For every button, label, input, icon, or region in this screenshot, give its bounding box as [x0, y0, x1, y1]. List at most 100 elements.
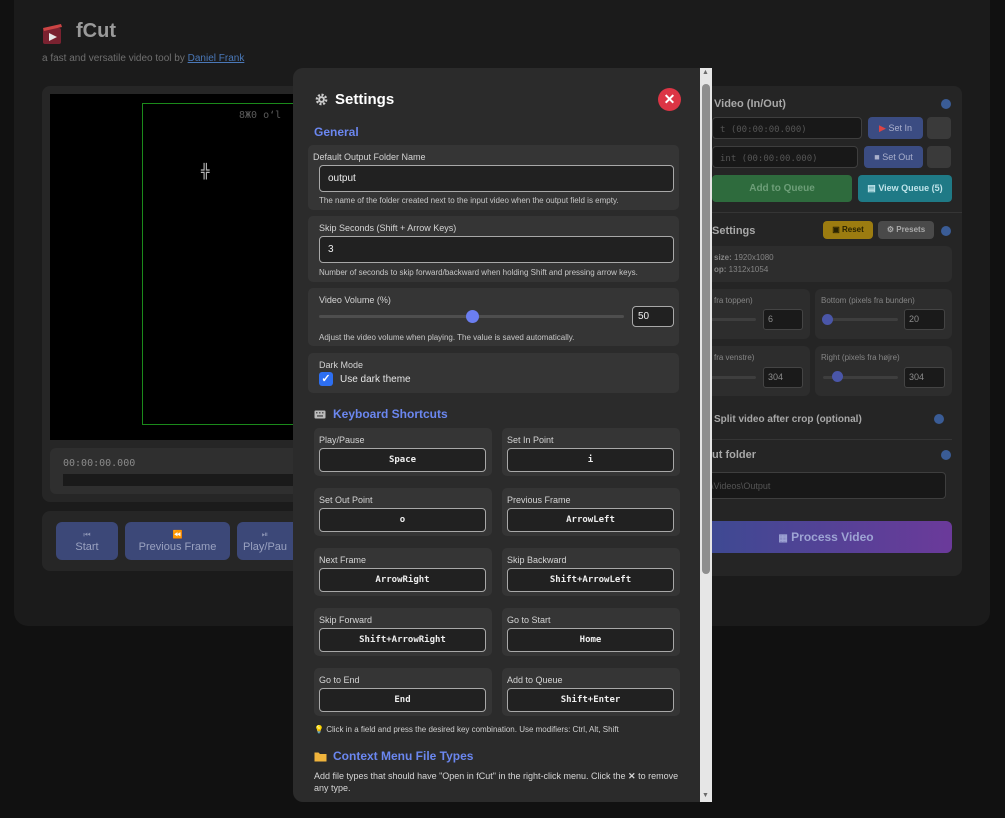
shortcut-note: 💡 Click in a field and press the desired… [314, 725, 619, 734]
video-size: size: 1920x1080 [714, 253, 774, 262]
shortcut-label: Set In Point [507, 435, 554, 445]
volume-setting: Video Volume (%) 50 Adjust the video vol… [308, 288, 679, 346]
help-icon[interactable] [941, 450, 951, 460]
process-video-button[interactable]: ▦ Process Video [700, 521, 952, 553]
add-to-queue-button[interactable]: Add to Queue [712, 175, 852, 202]
shortcut-key-input[interactable]: End [319, 688, 486, 712]
dark-mode-label: Dark Mode [319, 360, 364, 370]
start-icon: ⏮ [83, 530, 91, 539]
set-out-button[interactable]: ■ Set Out [864, 146, 923, 168]
crop-left-input[interactable]: 304 [763, 367, 803, 388]
in-point-input[interactable]: t (00:00:00.000) [712, 117, 862, 139]
clear-in-button[interactable] [927, 117, 951, 139]
scroll-up-arrow-icon[interactable]: ▲ [702, 69, 709, 76]
check-icon: ✓ [321, 373, 331, 385]
shortcut-key-input[interactable]: Shift+Enter [507, 688, 674, 712]
skip-seconds-setting: Skip Seconds (Shift + Arrow Keys) 3 Numb… [308, 216, 679, 282]
crop-right-thumb[interactable] [832, 371, 843, 382]
crop-frame[interactable]: 8Ж0 oʻl ╬ [142, 103, 310, 425]
previous-frame-icon: ⏪ [172, 530, 183, 539]
context-menu-heading: Context Menu File Types [314, 749, 473, 763]
shortcut-skip-forward: Skip Forward Shift+ArrowRight [314, 608, 492, 656]
start-button[interactable]: ⏮ Start [56, 522, 118, 560]
play-pause-button[interactable]: ⏯ Play/Pau [237, 522, 293, 560]
shortcut-go-to-end: Go to End End [314, 668, 492, 716]
out-point-input[interactable]: int (00:00:00.000) [712, 146, 858, 168]
view-queue-button[interactable]: ▤ View Queue (5) [858, 175, 952, 202]
shortcut-key-input[interactable]: o [319, 508, 486, 532]
shortcut-previous-frame: Previous Frame ArrowLeft [502, 488, 680, 536]
shortcut-go-to-start: Go to Start Home [502, 608, 680, 656]
output-folder-name-input[interactable]: output [319, 165, 674, 192]
shortcut-key-input[interactable]: Space [319, 448, 486, 472]
crop-right-input[interactable]: 304 [904, 367, 945, 388]
author-link[interactable]: Daniel Frank [188, 53, 245, 64]
crop-title: Settings [712, 225, 756, 237]
reset-button[interactable]: ▣ Reset [823, 221, 873, 239]
dark-mode-setting: Dark Mode ✓ Use dark theme [308, 353, 679, 393]
shortcut-key-input[interactable]: Home [507, 628, 674, 652]
help-icon[interactable] [941, 226, 951, 236]
dark-mode-checkbox[interactable]: ✓ [319, 372, 333, 386]
output-folder-input[interactable]: \Videos\Output [700, 472, 946, 499]
help-icon[interactable] [941, 99, 951, 109]
shortcut-add-to-queue: Add to Queue Shift+Enter [502, 668, 680, 716]
modal-scrollbar[interactable]: ▲ ▼ [700, 68, 712, 802]
shortcut-key-input[interactable]: ArrowLeft [507, 508, 674, 532]
keyboard-shortcuts-heading: Keyboard Shortcuts [314, 407, 448, 421]
crop-bottom-input[interactable]: 20 [904, 309, 945, 330]
play-pause-icon: ⏯ [261, 530, 269, 539]
shortcut-key-input[interactable]: i [507, 448, 674, 472]
context-menu-description: Add file types that should have "Open in… [314, 771, 679, 793]
shortcut-label: Skip Forward [319, 615, 373, 625]
lightbulb-icon: 💡 [314, 725, 324, 734]
presets-icon: ⚙ [886, 225, 894, 234]
crop-top-input[interactable]: 6 [763, 309, 803, 330]
crop-bottom-thumb[interactable] [822, 314, 833, 325]
clear-out-button[interactable] [927, 146, 951, 168]
dark-mode-checkbox-label[interactable]: Use dark theme [340, 374, 411, 385]
general-heading: General [314, 125, 359, 139]
scroll-down-arrow-icon[interactable]: ▼ [702, 792, 709, 799]
keyboard-icon [314, 410, 326, 418]
set-out-icon: ■ [874, 152, 880, 162]
help-icon[interactable] [934, 414, 944, 424]
shortcut-key-input[interactable]: Shift+ArrowRight [319, 628, 486, 652]
shortcut-label: Add to Queue [507, 675, 563, 685]
shortcut-label: Go to End [319, 675, 360, 685]
set-in-icon: ▶ [879, 123, 886, 133]
shortcut-set-in: Set In Point i [502, 428, 680, 476]
scroll-thumb[interactable] [702, 84, 710, 574]
volume-label: Video Volume (%) [319, 295, 391, 305]
shortcut-key-input[interactable]: ArrowRight [319, 568, 486, 592]
skip-seconds-input[interactable]: 3 [319, 236, 674, 263]
output-folder-hint: The name of the folder created next to t… [319, 196, 619, 205]
crop-bottom-label: Bottom (pixels fra bunden) [821, 296, 915, 305]
crop-bottom-slider[interactable] [823, 318, 898, 321]
crop-right-label: Right (pixels fra højre) [821, 353, 900, 362]
volume-input[interactable]: 50 [632, 306, 674, 327]
previous-frame-button[interactable]: ⏪ Previous Frame [125, 522, 230, 560]
settings-title: Settings [314, 91, 394, 108]
gear-icon [315, 93, 328, 106]
timecode: 00:00:00.000 [63, 458, 136, 469]
presets-button[interactable]: ⚙ Presets [878, 221, 934, 239]
shortcut-key-input[interactable]: Shift+ArrowLeft [507, 568, 674, 592]
split-toggle-label[interactable]: Split video after crop (optional) [714, 414, 862, 425]
shortcut-label: Play/Pause [319, 435, 365, 445]
volume-thumb[interactable] [466, 310, 479, 323]
shortcut-skip-backward: Skip Backward Shift+ArrowLeft [502, 548, 680, 596]
queue-icon: ▤ [867, 183, 876, 193]
crop-left-label: ls fra venstre) [706, 353, 755, 362]
seek-bar[interactable] [63, 474, 310, 486]
crop-info-box: size: 1920x1080 op: 1312x1054 [700, 246, 952, 282]
close-button[interactable]: ✕ [658, 88, 681, 111]
crop-top-label: ls fra toppen) [706, 296, 753, 305]
output-folder-setting: Default Output Folder Name output The na… [308, 145, 679, 210]
shortcut-play-pause: Play/Pause Space [314, 428, 492, 476]
set-in-button[interactable]: ▶ Set In [868, 117, 923, 139]
shortcut-label: Previous Frame [507, 495, 571, 505]
film-icon: ▦ [778, 533, 788, 544]
shortcut-next-frame: Next Frame ArrowRight [314, 548, 492, 596]
shortcut-label: Skip Backward [507, 555, 567, 565]
